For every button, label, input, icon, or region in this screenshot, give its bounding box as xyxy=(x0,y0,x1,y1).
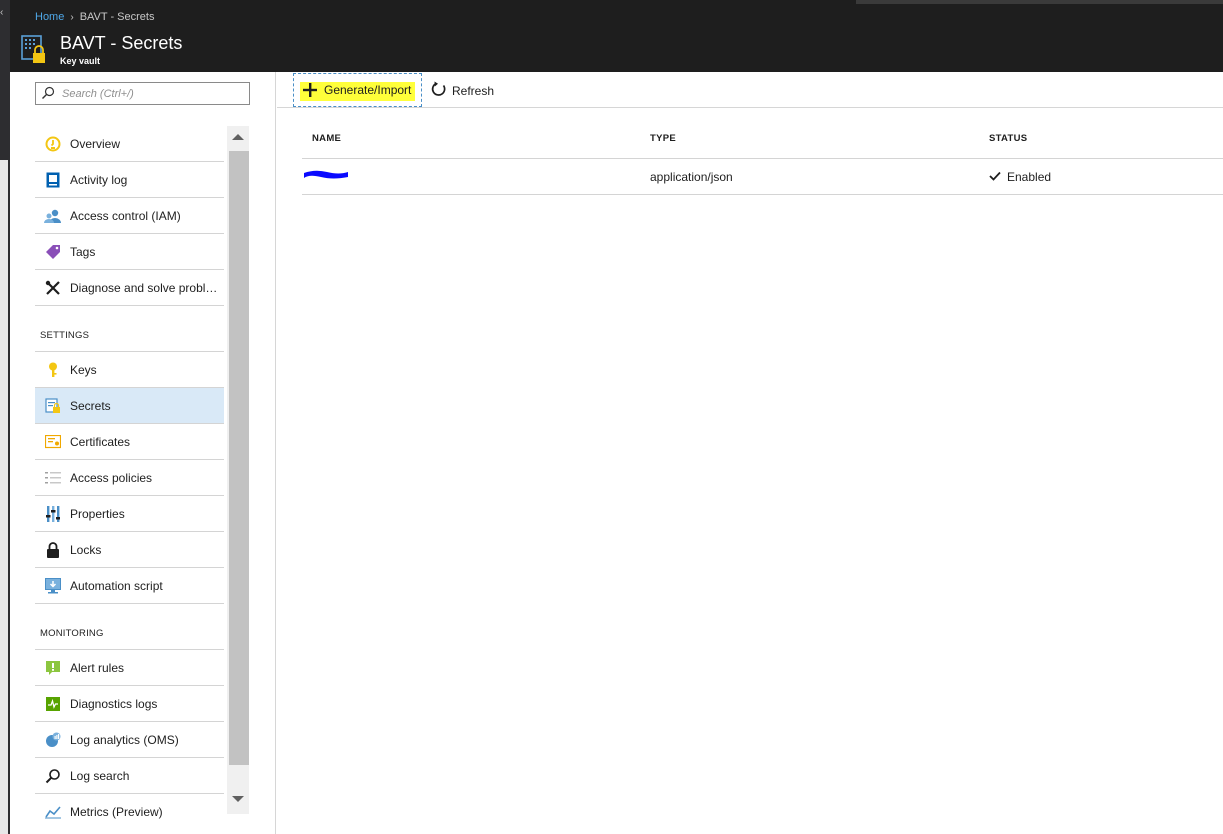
log-analytics-icon xyxy=(35,732,70,748)
command-bar: Generate/Import Refresh xyxy=(277,72,1223,108)
menu-item-tags[interactable]: Tags xyxy=(35,234,224,270)
menu-item-label: Locks xyxy=(70,542,102,557)
scrollbar-thumb[interactable] xyxy=(229,151,249,765)
overview-icon xyxy=(35,136,70,152)
menu-item-label: Automation script xyxy=(70,578,163,593)
activity-log-icon xyxy=(35,172,70,188)
refresh-label: Refresh xyxy=(452,83,495,98)
menu-item-label: Diagnostics logs xyxy=(70,696,158,711)
menu-item-automation-script[interactable]: Automation script xyxy=(35,568,224,604)
resource-menu: Overview Activity log Access control (IA… xyxy=(10,72,276,834)
menu-item-label: Certificates xyxy=(70,434,131,449)
breadcrumb-home-link[interactable]: Home xyxy=(35,11,64,23)
collapse-chevron-icon[interactable]: ‹ xyxy=(0,8,3,18)
menu-item-label: Access policies xyxy=(70,470,153,485)
key-icon xyxy=(35,362,70,378)
secrets-content: Generate/Import Refresh NAME TYPE STATUS… xyxy=(277,72,1223,834)
menu-item-label: Diagnose and solve proble... xyxy=(70,280,222,295)
menu-item-label: Keys xyxy=(70,362,97,377)
search-icon xyxy=(35,768,70,784)
menu-item-label: Log search xyxy=(70,768,130,783)
secrets-table: NAME TYPE STATUS application/json Enable… xyxy=(302,120,1223,195)
secret-icon xyxy=(35,397,70,414)
column-header-status[interactable]: STATUS xyxy=(989,133,1027,144)
breadcrumb-current: BAVT - Secrets xyxy=(79,11,155,23)
menu-item-label: Properties xyxy=(70,506,125,521)
menu-scrollbar[interactable] xyxy=(227,126,249,814)
column-header-type[interactable]: TYPE xyxy=(650,133,676,144)
menu-item-label: Metrics (Preview) xyxy=(70,804,163,819)
menu-item-metrics[interactable]: Metrics (Preview) xyxy=(35,794,224,826)
menu-item-overview[interactable]: Overview xyxy=(35,126,224,162)
top-divider xyxy=(856,0,1223,4)
menu-item-label: Tags xyxy=(70,244,96,259)
status-label: Enabled xyxy=(1007,170,1052,184)
menu-item-label: Log analytics (OMS) xyxy=(70,732,179,747)
menu-item-alert-rules[interactable]: Alert rules xyxy=(35,650,224,686)
menu-item-locks[interactable]: Locks xyxy=(35,532,224,568)
menu-item-label: Activity log xyxy=(70,172,128,187)
table-row[interactable]: application/json Enabled xyxy=(302,159,1223,195)
search-box[interactable] xyxy=(35,82,250,105)
column-header-name[interactable]: NAME xyxy=(312,133,341,144)
certificate-icon xyxy=(35,434,70,449)
access-policies-icon xyxy=(35,471,70,485)
diagnostics-icon xyxy=(35,696,70,712)
section-title-monitoring: MONITORING xyxy=(40,628,104,639)
metrics-icon xyxy=(35,805,70,819)
search-icon xyxy=(41,86,55,100)
automation-script-icon xyxy=(35,577,70,594)
menu-item-diagnostics-logs[interactable]: Diagnostics logs xyxy=(35,686,224,722)
previous-blade-panel xyxy=(0,160,8,834)
menu-item-access-control[interactable]: Access control (IAM) xyxy=(35,198,224,234)
scroll-down-arrow-icon[interactable] xyxy=(232,796,244,802)
refresh-icon xyxy=(431,81,447,100)
menu-item-log-search[interactable]: Log search xyxy=(35,758,224,794)
tag-icon xyxy=(35,244,70,260)
menu-item-access-policies[interactable]: Access policies xyxy=(35,460,224,496)
redacted-secret-name[interactable] xyxy=(303,169,349,180)
menu-list: Overview Activity log Access control (IA… xyxy=(35,126,225,826)
breadcrumb-separator: › xyxy=(70,11,74,23)
search-input[interactable] xyxy=(62,85,242,102)
page-title: BAVT - Secrets xyxy=(60,33,183,53)
generate-import-button[interactable]: Generate/Import xyxy=(293,73,422,107)
generate-import-label: Generate/Import xyxy=(324,83,412,97)
previous-blade-edge: ‹ xyxy=(0,0,10,834)
menu-item-diagnose[interactable]: Diagnose and solve proble... xyxy=(35,270,224,306)
menu-item-activity-log[interactable]: Activity log xyxy=(35,162,224,198)
scroll-up-arrow-icon[interactable] xyxy=(232,134,244,140)
key-vault-icon xyxy=(21,35,45,65)
breadcrumb: Home › BAVT - Secrets xyxy=(35,11,154,23)
access-control-icon xyxy=(35,208,70,224)
menu-item-secrets[interactable]: Secrets xyxy=(35,388,224,424)
menu-item-label: Overview xyxy=(70,136,121,151)
plus-icon xyxy=(303,83,317,97)
table-header: NAME TYPE STATUS xyxy=(302,120,1223,159)
properties-icon xyxy=(35,505,70,522)
menu-item-keys[interactable]: Keys xyxy=(35,352,224,388)
menu-item-log-analytics[interactable]: Log analytics (OMS) xyxy=(35,722,224,758)
checkmark-icon xyxy=(989,170,1001,184)
breadcrumb-bar: Home › BAVT - Secrets xyxy=(10,0,1223,28)
menu-item-label: Alert rules xyxy=(70,660,125,675)
page-subtitle: Key vault xyxy=(60,56,101,66)
menu-item-label: Access control (IAM) xyxy=(70,208,181,223)
refresh-button[interactable]: Refresh xyxy=(431,81,494,100)
menu-item-properties[interactable]: Properties xyxy=(35,496,224,532)
menu-item-certificates[interactable]: Certificates xyxy=(35,424,224,460)
blade-header: BAVT - Secrets Key vault xyxy=(10,28,1223,72)
wrench-icon xyxy=(35,280,70,296)
alert-icon xyxy=(35,660,70,676)
secret-status: Enabled xyxy=(989,170,1051,184)
menu-item-label: Secrets xyxy=(70,398,111,413)
lock-icon xyxy=(35,541,70,558)
section-title-settings: SETTINGS xyxy=(40,330,90,341)
secret-type: application/json xyxy=(650,170,733,184)
